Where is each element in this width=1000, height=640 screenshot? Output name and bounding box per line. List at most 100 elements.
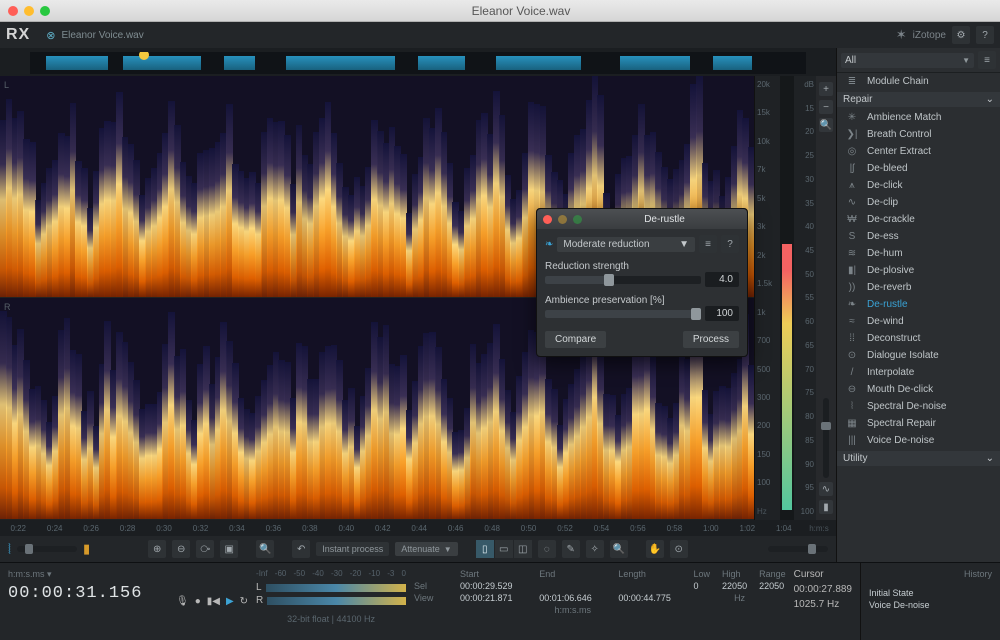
module-icon: ❧ [545, 239, 553, 250]
module-label: Mouth De-click [867, 384, 933, 395]
freq-range[interactable]: 22050 [759, 581, 786, 591]
vzoom-in-icon[interactable]: + [819, 82, 833, 96]
db-scale: dB1520253035404550556065707580859095100 [794, 76, 816, 520]
playhead-marker-icon[interactable] [139, 52, 149, 60]
view-length[interactable]: 00:00:44.775 [618, 593, 685, 603]
module-de-hum[interactable]: ≋De-hum [837, 245, 1000, 262]
reduction-strength-value[interactable]: 4.0 [705, 272, 739, 287]
module-filter-dropdown[interactable]: All ▼ [841, 53, 974, 68]
magnify-icon[interactable]: 🔍 [256, 540, 274, 558]
sel-start[interactable]: 00:00:29.529 [460, 581, 527, 591]
brush-tool-icon[interactable]: ✎ [562, 540, 580, 558]
wand-tool-icon[interactable]: ✧ [586, 540, 604, 558]
module-de-crackle[interactable]: ₩De-crackle [837, 211, 1000, 228]
undo-icon[interactable]: ↶ [292, 540, 310, 558]
module-de-ess[interactable]: SDe-ess [837, 228, 1000, 245]
history-item[interactable]: Voice De-noise [869, 599, 992, 611]
module-spectral-de-noise[interactable]: ⦚Spectral De-noise [837, 398, 1000, 415]
vzoom-out-icon[interactable]: − [819, 100, 833, 114]
waveform-overview[interactable] [30, 52, 806, 74]
loop-icon[interactable]: ↻ [240, 596, 248, 607]
module-de-rustle[interactable]: ❧De-rustle [837, 296, 1000, 313]
zoom-out-icon[interactable]: ⊖ [172, 540, 190, 558]
history-item[interactable]: Initial State [869, 587, 992, 599]
lasso-tool-icon[interactable]: ◌ [538, 540, 556, 558]
play-icon[interactable]: ▶ [226, 596, 234, 607]
transport-controls: 🎙 ● ▮◀ ▶ ↻ [176, 569, 248, 634]
spectrogram-view-icon[interactable]: ▮ [819, 500, 833, 514]
module-de-plosive[interactable]: ▮|De-plosive [837, 262, 1000, 279]
repair-category[interactable]: Repair ⌄ [837, 92, 1000, 107]
find-similar-icon[interactable]: 🔍 [610, 540, 628, 558]
time-ruler[interactable]: 0:220:240:260:280:300:320:340:360:380:40… [0, 520, 836, 536]
record-arm-icon[interactable]: 🎙 [176, 596, 189, 607]
module-dialogue-isolate[interactable]: ⊙Dialogue Isolate [837, 347, 1000, 364]
module-de-reverb[interactable]: ))De-reverb [837, 279, 1000, 296]
freq-select-tool-icon[interactable]: ▭ [495, 540, 513, 558]
freq-low[interactable]: 0 [694, 581, 711, 591]
close-tab-icon[interactable]: ⊗ [46, 29, 55, 42]
time-format-dropdown[interactable]: h:m:s.ms ▾ [8, 569, 168, 580]
tf-select-tool-icon[interactable]: ◫ [514, 540, 532, 558]
module-mouth-de-click[interactable]: ⊖Mouth De-click [837, 381, 1000, 398]
level-meter: L R [256, 582, 406, 606]
grab-tool-icon[interactable]: ✋ [646, 540, 664, 558]
instant-process-button[interactable]: Instant process [316, 542, 389, 556]
preset-dropdown[interactable]: Moderate reduction ▼ [557, 237, 695, 252]
module-label: De-crackle [867, 214, 915, 225]
preset-list-icon[interactable]: ≡ [699, 235, 717, 253]
compare-button[interactable]: Compare [545, 331, 606, 348]
vmagnify-icon[interactable]: 🔍 [819, 118, 833, 132]
dialog-help-icon[interactable]: ? [721, 235, 739, 253]
module-icon: ✳ [845, 112, 859, 123]
record-icon[interactable]: ● [195, 596, 201, 607]
help-icon[interactable]: ? [976, 26, 994, 44]
module-voice-de-noise[interactable]: |||Voice De-noise [837, 432, 1000, 449]
view-end[interactable]: 00:01:06.646 [539, 593, 606, 603]
vertical-spectrum-slider[interactable] [823, 398, 829, 478]
waveform-view-icon[interactable]: ∿ [819, 482, 833, 496]
hzoom-slider[interactable] [768, 546, 828, 552]
cursor-hz: 1025.7 Hz [794, 599, 852, 610]
playhead-time: 00:00:31.156 [8, 584, 168, 603]
module-de-wind[interactable]: ≈De-wind [837, 313, 1000, 330]
module-breath-control[interactable]: ❯|Breath Control [837, 126, 1000, 143]
module-label: Center Extract [867, 146, 931, 157]
freq-high[interactable]: 22050 [722, 581, 747, 591]
module-deconstruct[interactable]: ⁞⁞Deconstruct [837, 330, 1000, 347]
close-window-icon[interactable] [8, 6, 18, 16]
module-ambience-match[interactable]: ✳Ambience Match [837, 109, 1000, 126]
ambience-preservation-slider[interactable] [545, 310, 701, 318]
zoom-region-icon[interactable]: ▣ [220, 540, 238, 558]
settings-icon[interactable]: ⚙ [952, 26, 970, 44]
ambience-preservation-value[interactable]: 100 [705, 306, 739, 321]
module-de-bleed[interactable]: |ʃDe-bleed [837, 160, 1000, 177]
process-button[interactable]: Process [683, 331, 739, 348]
module-spectral-repair[interactable]: ▦Spectral Repair [837, 415, 1000, 432]
attenuate-dropdown[interactable]: Attenuate ▼ [395, 542, 457, 556]
maximize-window-icon[interactable] [40, 6, 50, 16]
utility-category[interactable]: Utility ⌄ [837, 451, 1000, 466]
module-de-click[interactable]: ⩚De-click [837, 177, 1000, 194]
minimize-window-icon[interactable] [24, 6, 34, 16]
open-file-tab[interactable]: ⊗ Eleanor Voice.wav [46, 29, 144, 42]
module-list-view-icon[interactable]: ≡ [978, 51, 996, 69]
module-de-clip[interactable]: ∿De-clip [837, 194, 1000, 211]
zoom-in-icon[interactable]: ⊕ [148, 540, 166, 558]
reduction-strength-slider[interactable] [545, 276, 701, 284]
ambience-preservation-label: Ambience preservation [%] [545, 295, 739, 306]
view-start[interactable]: 00:00:21.871 [460, 593, 527, 603]
zoom-tool-icon[interactable]: ⊙ [670, 540, 688, 558]
opacity-slider[interactable] [17, 546, 77, 552]
module-chain-button[interactable]: ≣ Module Chain [837, 73, 1000, 90]
time-select-tool-icon[interactable]: ▯ [476, 540, 494, 558]
zoom-sel-icon[interactable]: ⧂ [196, 540, 214, 558]
skip-back-icon[interactable]: ▮◀ [207, 596, 220, 607]
module-center-extract[interactable]: ◎Center Extract [837, 143, 1000, 160]
module-interpolate[interactable]: /Interpolate [837, 364, 1000, 381]
dialog-close-icon[interactable] [543, 215, 552, 224]
chevron-down-icon: ⌄ [986, 94, 994, 105]
dialog-titlebar[interactable]: De-rustle [537, 209, 747, 229]
col-length: Length [618, 569, 685, 579]
window-controls[interactable] [8, 6, 50, 16]
